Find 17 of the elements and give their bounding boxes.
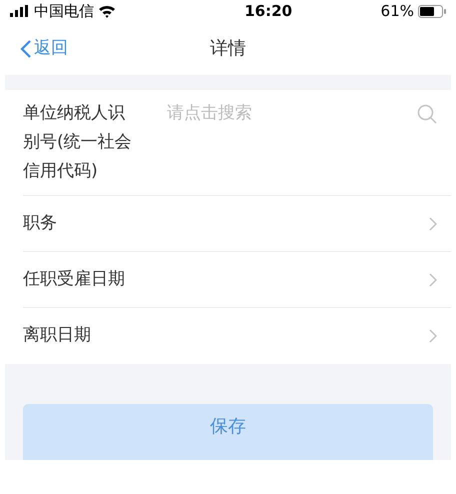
list-item[interactable]: 离职日期: [23, 308, 451, 364]
chevron-right-icon: [429, 272, 437, 286]
chevron-left-icon: [20, 38, 32, 59]
battery-icon: [418, 4, 446, 18]
battery-level: 61%: [380, 0, 414, 22]
wifi-icon: [98, 4, 116, 18]
search-field[interactable]: 请点击搜索: [167, 99, 417, 128]
search-icon: [417, 104, 437, 124]
status-time: 16:20: [244, 0, 292, 22]
chevron-right-icon: [429, 216, 437, 230]
chevron-right-icon: [429, 329, 437, 343]
carrier-name: 中国电信: [34, 0, 94, 22]
list-item[interactable]: 职务: [23, 196, 451, 252]
list-item[interactable]: 任职受雇日期: [23, 252, 451, 308]
page-title: 详情: [210, 37, 246, 61]
field-label: 单位纳税人识别号(统一社会信用代码): [23, 102, 133, 183]
signal-icon: [10, 5, 30, 17]
